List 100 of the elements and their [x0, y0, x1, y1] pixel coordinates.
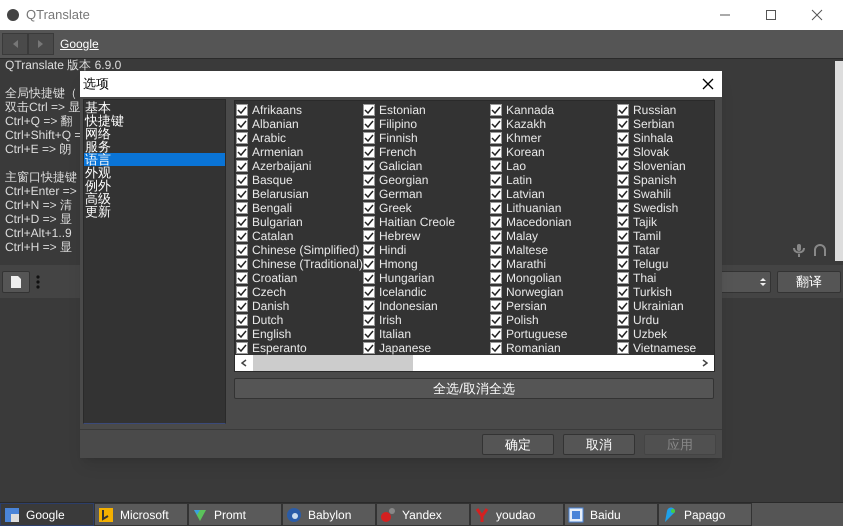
- category-item[interactable]: 基本: [84, 101, 225, 114]
- checkbox[interactable]: [490, 300, 502, 312]
- checkbox[interactable]: [236, 104, 248, 116]
- checkbox[interactable]: [490, 272, 502, 284]
- checkbox[interactable]: [236, 146, 248, 158]
- checkbox[interactable]: [236, 300, 248, 312]
- service-tab[interactable]: Microsoft: [94, 503, 188, 526]
- checkbox[interactable]: [617, 216, 629, 228]
- checkbox[interactable]: [363, 216, 375, 228]
- checkbox[interactable]: [617, 202, 629, 214]
- checkbox[interactable]: [490, 286, 502, 298]
- checkbox[interactable]: [617, 132, 629, 144]
- select-all-button[interactable]: 全选/取消全选: [234, 378, 714, 399]
- checkbox[interactable]: [236, 230, 248, 242]
- checkbox[interactable]: [617, 230, 629, 242]
- checkbox[interactable]: [363, 230, 375, 242]
- category-item[interactable]: 更新: [84, 205, 225, 218]
- checkbox[interactable]: [617, 146, 629, 158]
- checkbox[interactable]: [363, 174, 375, 186]
- checkbox[interactable]: [490, 202, 502, 214]
- service-tab[interactable]: Google: [0, 503, 94, 526]
- dialog-button[interactable]: 取消: [563, 434, 635, 455]
- checkbox[interactable]: [490, 258, 502, 270]
- checkbox[interactable]: [617, 328, 629, 340]
- checkbox[interactable]: [617, 286, 629, 298]
- checkbox[interactable]: [617, 314, 629, 326]
- service-tab[interactable]: Babylon: [282, 503, 376, 526]
- scrollbar-thumb[interactable]: [253, 355, 413, 371]
- checkbox[interactable]: [617, 118, 629, 130]
- checkbox[interactable]: [236, 118, 248, 130]
- checkbox[interactable]: [363, 118, 375, 130]
- back-button[interactable]: [2, 33, 28, 55]
- checkbox[interactable]: [363, 286, 375, 298]
- checkbox[interactable]: [236, 342, 248, 354]
- checkbox[interactable]: [236, 160, 248, 172]
- checkbox[interactable]: [236, 202, 248, 214]
- microphone-icon[interactable]: [793, 243, 805, 257]
- checkbox[interactable]: [363, 188, 375, 200]
- checkbox[interactable]: [363, 146, 375, 158]
- checkbox[interactable]: [490, 244, 502, 256]
- checkbox[interactable]: [363, 342, 375, 354]
- checkbox[interactable]: [617, 258, 629, 270]
- checkbox[interactable]: [490, 314, 502, 326]
- checkbox[interactable]: [490, 328, 502, 340]
- document-button[interactable]: [2, 270, 30, 292]
- translate-button[interactable]: 翻译: [777, 270, 841, 292]
- checkbox[interactable]: [236, 258, 248, 270]
- checkbox[interactable]: [363, 244, 375, 256]
- checkbox[interactable]: [363, 314, 375, 326]
- checkbox[interactable]: [363, 202, 375, 214]
- service-tab[interactable]: Yandex: [376, 503, 470, 526]
- checkbox[interactable]: [617, 244, 629, 256]
- checkbox[interactable]: [236, 328, 248, 340]
- checkbox[interactable]: [490, 132, 502, 144]
- checkbox[interactable]: [236, 188, 248, 200]
- checkbox[interactable]: [490, 160, 502, 172]
- category-item[interactable]: 服务: [84, 140, 225, 153]
- checkbox[interactable]: [363, 104, 375, 116]
- checkbox[interactable]: [236, 272, 248, 284]
- checkbox[interactable]: [363, 272, 375, 284]
- service-tab[interactable]: Papago: [658, 503, 752, 526]
- checkbox[interactable]: [617, 272, 629, 284]
- horizontal-scrollbar[interactable]: [235, 355, 714, 371]
- checkbox[interactable]: [363, 328, 375, 340]
- checkbox[interactable]: [490, 188, 502, 200]
- checkbox[interactable]: [490, 174, 502, 186]
- service-tab[interactable]: Promt: [188, 503, 282, 526]
- service-tab[interactable]: Baidu: [564, 503, 658, 526]
- category-item[interactable]: 高级: [84, 192, 225, 205]
- checkbox[interactable]: [363, 258, 375, 270]
- checkbox[interactable]: [236, 174, 248, 186]
- service-link[interactable]: Google: [60, 35, 99, 53]
- checkbox[interactable]: [490, 342, 502, 354]
- checkbox[interactable]: [490, 118, 502, 130]
- checkbox[interactable]: [363, 132, 375, 144]
- checkbox[interactable]: [617, 104, 629, 116]
- checkbox[interactable]: [363, 160, 375, 172]
- checkbox[interactable]: [490, 146, 502, 158]
- category-item[interactable]: 外观: [84, 166, 225, 179]
- scrollbar[interactable]: [835, 61, 843, 261]
- checkbox[interactable]: [236, 244, 248, 256]
- category-item[interactable]: 快捷键: [84, 114, 225, 127]
- service-tab[interactable]: youdao: [470, 503, 564, 526]
- forward-button[interactable]: [28, 33, 54, 55]
- category-item[interactable]: 语言: [84, 153, 225, 166]
- right-chevron-icon[interactable]: [702, 359, 708, 367]
- checkbox[interactable]: [236, 132, 248, 144]
- checkbox[interactable]: [617, 188, 629, 200]
- checkbox[interactable]: [490, 104, 502, 116]
- checkbox[interactable]: [490, 230, 502, 242]
- checkbox[interactable]: [236, 314, 248, 326]
- category-item[interactable]: 例外: [84, 179, 225, 192]
- checkbox[interactable]: [617, 300, 629, 312]
- checkbox[interactable]: [617, 342, 629, 354]
- checkbox[interactable]: [236, 286, 248, 298]
- category-item[interactable]: 网络: [84, 127, 225, 140]
- checkbox[interactable]: [490, 216, 502, 228]
- headphones-icon[interactable]: [813, 243, 827, 257]
- checkbox[interactable]: [617, 160, 629, 172]
- checkbox[interactable]: [363, 300, 375, 312]
